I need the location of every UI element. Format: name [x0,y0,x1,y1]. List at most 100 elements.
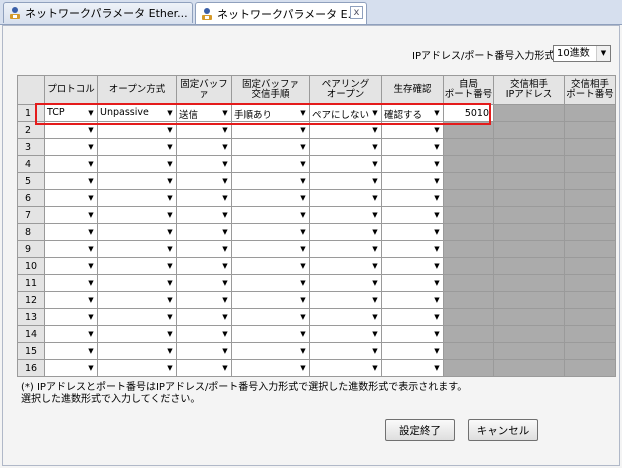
local-port-input[interactable]: 5010 [443,104,494,122]
open-method-select[interactable]: ▼ [97,138,177,156]
open-method-select[interactable]: ▼ [97,240,177,258]
open-method-select[interactable]: ▼ [97,325,177,343]
dropdown-arrow-icon[interactable]: ▼ [369,157,381,172]
existence-check-select[interactable]: ▼ [381,121,444,139]
fixed-buffer-comm-select[interactable]: ▼ [231,206,310,224]
fixed-buffer-select[interactable]: ▼ [176,172,232,190]
protocol-select[interactable]: ▼ [44,257,98,275]
fixed-buffer-select[interactable]: ▼ [176,291,232,309]
dropdown-arrow-icon[interactable]: ▼ [369,259,381,274]
dropdown-arrow-icon[interactable]: ▼ [297,259,309,274]
dropdown-arrow-icon[interactable]: ▼ [85,361,97,376]
pairing-open-select[interactable]: ▼ [309,274,382,292]
open-method-select[interactable]: ▼ [97,172,177,190]
dropdown-arrow-icon[interactable]: ▼ [164,259,176,274]
pairing-open-select[interactable]: ▼ [309,206,382,224]
dropdown-arrow-icon[interactable]: ▼ [369,327,381,342]
open-method-select[interactable]: ▼ [97,359,177,377]
dropdown-arrow-icon[interactable]: ▼ [219,242,231,257]
dropdown-arrow-icon[interactable]: ▼ [85,157,97,172]
dropdown-arrow-icon[interactable]: ▼ [219,157,231,172]
dropdown-arrow-icon[interactable]: ▼ [164,310,176,325]
dropdown-arrow-icon[interactable]: ▼ [297,225,309,240]
fixed-buffer-comm-select[interactable]: ▼ [231,155,310,173]
dropdown-arrow-icon[interactable]: ▼ [85,225,97,240]
dropdown-arrow-icon[interactable]: ▼ [369,361,381,376]
dropdown-arrow-icon[interactable]: ▼ [431,191,443,206]
dropdown-arrow-icon[interactable]: ▼ [164,174,176,189]
fixed-buffer-comm-select[interactable]: ▼ [231,359,310,377]
fixed-buffer-comm-select[interactable]: ▼ [231,291,310,309]
fixed-buffer-select[interactable]: ▼ [176,206,232,224]
existence-check-select[interactable]: ▼ [381,223,444,241]
pairing-open-select[interactable]: ▼ [309,155,382,173]
pairing-open-select[interactable]: ▼ [309,257,382,275]
dropdown-arrow-icon[interactable]: ▼ [219,106,231,121]
existence-check-select[interactable]: ▼ [381,274,444,292]
pairing-open-select[interactable]: ▼ [309,342,382,360]
protocol-select[interactable]: ▼ [44,274,98,292]
pairing-open-select[interactable]: ▼ [309,308,382,326]
dropdown-arrow-icon[interactable]: ▼ [297,157,309,172]
existence-check-select[interactable]: ▼ [381,155,444,173]
dropdown-arrow-icon[interactable]: ▼ [164,123,176,138]
dropdown-arrow-icon[interactable]: ▼ [219,225,231,240]
dropdown-arrow-icon[interactable]: ▼ [297,361,309,376]
fixed-buffer-comm-select[interactable]: ▼ [231,240,310,258]
fixed-buffer-select[interactable]: ▼ [176,274,232,292]
dropdown-arrow-icon[interactable]: ▼ [297,208,309,223]
protocol-select[interactable]: ▼ [44,291,98,309]
dropdown-arrow-icon[interactable]: ▼ [431,361,443,376]
fixed-buffer-select[interactable]: ▼ [176,223,232,241]
dropdown-arrow-icon[interactable]: ▼ [297,327,309,342]
dropdown-arrow-icon[interactable]: ▼ [431,208,443,223]
dropdown-arrow-icon[interactable]: ▼ [369,106,381,121]
pairing-open-select[interactable]: ▼ [309,189,382,207]
open-method-select[interactable]: ▼ [97,189,177,207]
dropdown-arrow-icon[interactable]: ▼ [431,344,443,359]
pairing-open-select[interactable]: ペアにしない ▼ [309,104,382,122]
protocol-select[interactable]: ▼ [44,206,98,224]
open-method-select[interactable]: ▼ [97,308,177,326]
dropdown-arrow-icon[interactable]: ▼ [219,140,231,155]
dropdown-arrow-icon[interactable]: ▼ [297,242,309,257]
dropdown-arrow-icon[interactable]: ▼ [85,293,97,308]
dropdown-arrow-icon[interactable]: ▼ [85,276,97,291]
dropdown-arrow-icon[interactable]: ▼ [369,344,381,359]
open-method-select[interactable]: ▼ [97,257,177,275]
dropdown-arrow-icon[interactable]: ▼ [164,361,176,376]
dropdown-arrow-icon[interactable]: ▼ [297,276,309,291]
dropdown-arrow-icon[interactable]: ▼ [431,310,443,325]
dropdown-arrow-icon[interactable]: ▼ [85,310,97,325]
existence-check-select[interactable]: ▼ [381,240,444,258]
fixed-buffer-select[interactable]: ▼ [176,189,232,207]
dropdown-arrow-icon[interactable]: ▼ [219,327,231,342]
dropdown-arrow-icon[interactable]: ▼ [369,242,381,257]
dropdown-arrow-icon[interactable]: ▼ [369,225,381,240]
dropdown-arrow-icon[interactable]: ▼ [219,191,231,206]
dropdown-arrow-icon[interactable]: ▼ [369,123,381,138]
protocol-select[interactable]: ▼ [44,342,98,360]
pairing-open-select[interactable]: ▼ [309,172,382,190]
dropdown-arrow-icon[interactable]: ▼ [164,344,176,359]
dropdown-arrow-icon[interactable]: ▼ [85,123,97,138]
dropdown-arrow-icon[interactable]: ▼ [369,293,381,308]
fixed-buffer-select[interactable]: ▼ [176,121,232,139]
fixed-buffer-select[interactable]: ▼ [176,240,232,258]
dropdown-arrow-icon[interactable]: ▼ [219,276,231,291]
dropdown-arrow-icon[interactable]: ▼ [85,140,97,155]
open-method-select[interactable]: Unpassive ▼ [97,104,177,122]
dropdown-arrow-icon[interactable]: ▼ [219,123,231,138]
fixed-buffer-select[interactable]: ▼ [176,342,232,360]
fixed-buffer-comm-select[interactable]: ▼ [231,121,310,139]
fixed-buffer-comm-select[interactable]: ▼ [231,325,310,343]
dropdown-arrow-icon[interactable]: ▼ [164,242,176,257]
open-method-select[interactable]: ▼ [97,206,177,224]
dropdown-arrow-icon[interactable]: ▼ [297,140,309,155]
open-method-select[interactable]: ▼ [97,291,177,309]
dropdown-arrow-icon[interactable]: ▼ [219,361,231,376]
dropdown-arrow-icon[interactable]: ▼ [164,225,176,240]
dropdown-arrow-icon[interactable]: ▼ [297,344,309,359]
protocol-select[interactable]: ▼ [44,121,98,139]
open-method-select[interactable]: ▼ [97,274,177,292]
